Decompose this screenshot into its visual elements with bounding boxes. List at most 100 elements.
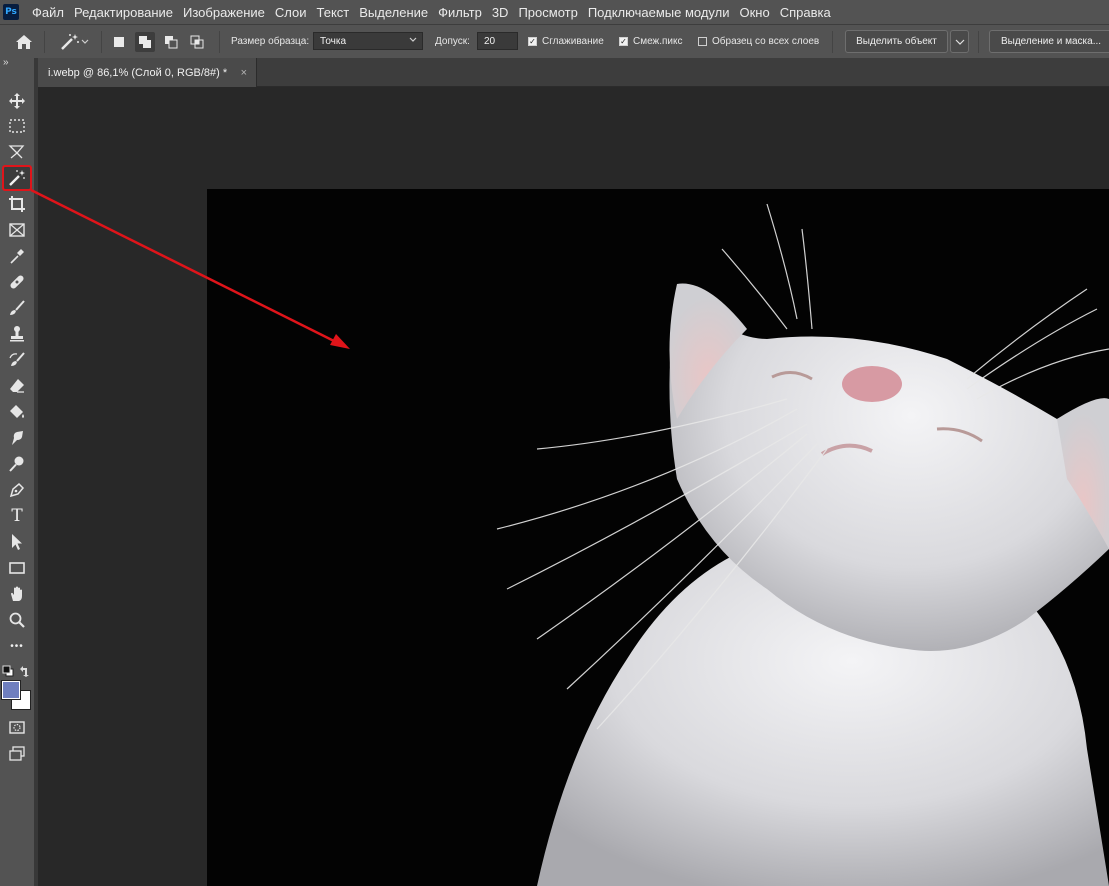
paint-bucket-tool[interactable] bbox=[4, 401, 30, 423]
checkbox-unchecked-icon bbox=[698, 37, 707, 46]
subtract-from-selection-mode-button[interactable] bbox=[161, 32, 181, 52]
tools-panel: » T ••• bbox=[0, 57, 35, 886]
menu-plugins[interactable]: Подключаемые модули bbox=[583, 5, 735, 20]
more-icon: ••• bbox=[10, 640, 24, 652]
paint-bucket-icon bbox=[10, 405, 24, 418]
photoshop-logo: Ps bbox=[3, 4, 19, 20]
select-subject-label: Выделить объект bbox=[856, 36, 937, 47]
select-subject-options-button[interactable] bbox=[950, 30, 969, 53]
intersect-selection-icon bbox=[190, 35, 204, 49]
move-icon bbox=[9, 93, 25, 109]
menu-edit[interactable]: Редактирование bbox=[69, 5, 178, 20]
history-brush-tool[interactable] bbox=[4, 349, 30, 371]
pen-tool[interactable] bbox=[4, 479, 30, 501]
zoom-icon bbox=[9, 612, 25, 628]
menu-bar: Ps Файл Редактирование Изображение Слои … bbox=[0, 0, 1109, 24]
options-bar: Размер образца: Точка Допуск: 20 ✓ Сглаж… bbox=[0, 24, 1109, 58]
document-canvas[interactable] bbox=[207, 189, 1109, 886]
menu-filter[interactable]: Фильтр bbox=[433, 5, 487, 20]
history-brush-icon bbox=[9, 352, 25, 366]
eraser-tool[interactable] bbox=[4, 375, 30, 397]
healing-brush-tool[interactable] bbox=[4, 271, 30, 293]
menu-window[interactable]: Окно bbox=[734, 5, 774, 20]
swap-colors-button[interactable] bbox=[18, 664, 30, 677]
frame-icon bbox=[9, 223, 25, 237]
add-to-selection-mode-button[interactable] bbox=[135, 32, 155, 52]
smudge-icon bbox=[12, 431, 23, 445]
magic-wand-tool[interactable] bbox=[2, 165, 32, 191]
marquee-icon bbox=[9, 119, 25, 133]
menu-layers[interactable]: Слои bbox=[270, 5, 312, 20]
collapse-panel-button[interactable]: » bbox=[3, 57, 9, 68]
default-colors-icon bbox=[2, 665, 14, 677]
menu-view[interactable]: Просмотр bbox=[513, 5, 582, 20]
menu-file[interactable]: Файл bbox=[27, 5, 69, 20]
tolerance-input[interactable]: 20 bbox=[477, 32, 518, 50]
type-icon: T bbox=[11, 506, 23, 526]
document-tab-bar: i.webp @ 86,1% (Слой 0, RGB/8#) * × bbox=[38, 58, 1109, 87]
brush-icon bbox=[10, 300, 25, 315]
type-tool[interactable]: T bbox=[4, 505, 30, 527]
path-selection-icon bbox=[12, 534, 22, 550]
chevron-down-icon bbox=[409, 37, 417, 42]
eyedropper-icon bbox=[10, 249, 24, 264]
separator bbox=[832, 31, 833, 53]
sample-size-label: Размер образца: bbox=[231, 36, 310, 47]
home-button[interactable] bbox=[10, 25, 38, 58]
cat-photo bbox=[207, 189, 1109, 886]
menu-image[interactable]: Изображение bbox=[178, 5, 270, 20]
contiguous-label: Смеж.пикс bbox=[633, 36, 683, 47]
chevron-down-icon bbox=[955, 39, 964, 45]
rectangular-marquee-tool[interactable] bbox=[4, 115, 30, 137]
sample-all-layers-checkbox[interactable]: Образец со всех слоев bbox=[698, 25, 819, 58]
menu-help[interactable]: Справка bbox=[775, 5, 836, 20]
document-tab-title: i.webp @ 86,1% (Слой 0, RGB/8#) * bbox=[48, 66, 228, 79]
quick-mask-icon bbox=[9, 721, 25, 734]
zoom-tool[interactable] bbox=[4, 609, 30, 631]
contiguous-checkbox[interactable]: ✓ Смеж.пикс bbox=[619, 25, 683, 58]
intersect-selection-mode-button[interactable] bbox=[187, 32, 207, 52]
antialias-checkbox[interactable]: ✓ Сглаживание bbox=[528, 25, 604, 58]
separator bbox=[44, 31, 45, 53]
document-tab[interactable]: i.webp @ 86,1% (Слой 0, RGB/8#) * × bbox=[38, 58, 257, 87]
swap-arrow-icon bbox=[20, 666, 29, 677]
eyedropper-tool[interactable] bbox=[4, 245, 30, 267]
new-selection-mode-button[interactable] bbox=[109, 32, 129, 52]
hand-tool[interactable] bbox=[4, 583, 30, 605]
frame-tool[interactable] bbox=[4, 219, 30, 241]
object-selection-icon bbox=[8, 145, 25, 159]
foreground-color-swatch[interactable] bbox=[1, 680, 21, 700]
menu-3d[interactable]: 3D bbox=[487, 5, 514, 20]
add-to-selection-icon bbox=[139, 36, 151, 48]
quick-mask-button[interactable] bbox=[4, 716, 30, 738]
sample-size-value: Точка bbox=[320, 35, 347, 47]
eraser-icon bbox=[10, 379, 24, 393]
close-tab-icon[interactable]: × bbox=[241, 67, 247, 79]
screen-mode-button[interactable] bbox=[4, 742, 30, 764]
edit-toolbar-button[interactable]: ••• bbox=[4, 635, 30, 657]
tool-preset-picker[interactable] bbox=[54, 25, 94, 58]
chevron-down-icon bbox=[81, 39, 89, 44]
clone-stamp-tool[interactable] bbox=[4, 323, 30, 345]
brush-tool[interactable] bbox=[4, 297, 30, 319]
select-and-mask-button[interactable]: Выделение и маска... bbox=[989, 30, 1109, 53]
select-subject-button[interactable]: Выделить объект bbox=[845, 30, 948, 53]
menu-type[interactable]: Текст bbox=[312, 5, 355, 20]
move-tool[interactable] bbox=[4, 90, 30, 112]
rectangle-tool[interactable] bbox=[4, 557, 30, 579]
lasso-tool[interactable] bbox=[4, 141, 30, 163]
separator bbox=[978, 31, 979, 53]
dodge-tool[interactable] bbox=[4, 453, 30, 475]
crop-tool[interactable] bbox=[4, 193, 30, 215]
subtract-from-selection-icon bbox=[165, 36, 178, 49]
screen-mode-icon bbox=[9, 746, 25, 761]
checkbox-checked-icon: ✓ bbox=[528, 37, 537, 46]
pen-icon bbox=[9, 482, 25, 498]
menu-select[interactable]: Выделение bbox=[354, 5, 433, 20]
sample-size-select[interactable]: Точка bbox=[313, 32, 423, 50]
path-selection-tool[interactable] bbox=[4, 531, 30, 553]
magic-wand-icon bbox=[9, 170, 25, 186]
tolerance-label: Допуск: bbox=[435, 36, 470, 47]
default-colors-button[interactable] bbox=[2, 664, 14, 677]
smudge-tool[interactable] bbox=[4, 427, 30, 449]
